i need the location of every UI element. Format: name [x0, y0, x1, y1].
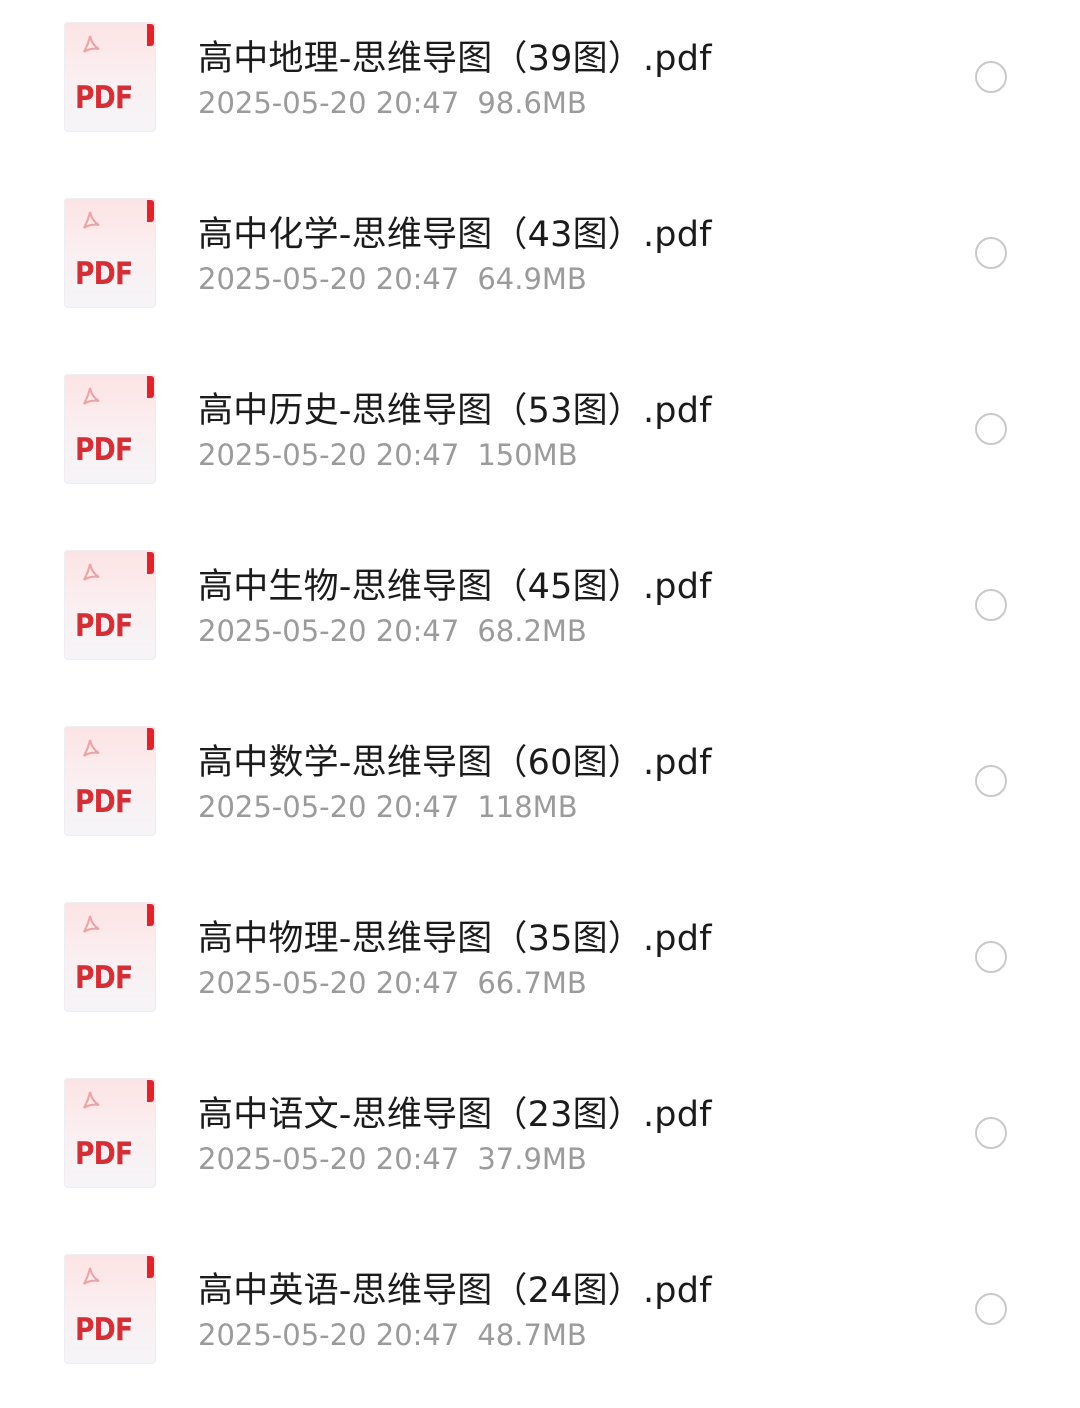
pdf-file-icon: PDF	[64, 374, 156, 484]
acrobat-icon	[83, 211, 100, 229]
file-date: 2025-05-20 20:47	[198, 790, 460, 824]
select-radio-icon[interactable]	[975, 941, 1007, 973]
pdf-corner-mark	[147, 904, 154, 926]
select-radio-icon[interactable]	[975, 589, 1007, 621]
file-name[interactable]: 高中化学-思维导图（43图）.pdf	[198, 206, 712, 257]
file-row[interactable]: PDF 高中英语-思维导图（24图）.pdf 2025-05-20 20:47 4…	[0, 1232, 1080, 1408]
select-radio-icon[interactable]	[975, 765, 1007, 797]
file-name[interactable]: 高中地理-思维导图（39图）.pdf	[198, 30, 712, 81]
pdf-label: PDF	[75, 1312, 133, 1348]
file-size: 150MB	[477, 438, 578, 472]
pdf-corner-mark	[147, 200, 154, 222]
acrobat-icon	[83, 35, 100, 53]
pdf-corner-mark	[147, 24, 154, 46]
file-row[interactable]: PDF 高中生物-思维导图（45图）.pdf 2025-05-20 20:47 6…	[0, 528, 1080, 704]
acrobat-icon	[83, 387, 100, 405]
acrobat-icon	[83, 563, 100, 581]
pdf-label: PDF	[75, 432, 133, 468]
file-size: 68.2MB	[477, 614, 587, 648]
pdf-corner-mark	[147, 376, 154, 398]
acrobat-icon	[83, 1267, 100, 1285]
file-date: 2025-05-20 20:47	[198, 86, 460, 120]
file-name[interactable]: 高中物理-思维导图（35图）.pdf	[198, 910, 712, 961]
pdf-file-icon: PDF	[64, 1254, 156, 1364]
file-size: 48.7MB	[477, 1318, 587, 1352]
file-size: 37.9MB	[477, 1142, 587, 1176]
file-name[interactable]: 高中历史-思维导图（53图）.pdf	[198, 382, 712, 433]
file-size: 64.9MB	[477, 262, 587, 296]
file-date: 2025-05-20 20:47	[198, 1142, 460, 1176]
acrobat-icon	[83, 1091, 100, 1109]
file-size: 118MB	[477, 790, 578, 824]
pdf-corner-mark	[147, 728, 154, 750]
acrobat-icon	[83, 915, 100, 933]
pdf-label: PDF	[75, 80, 133, 116]
pdf-file-icon: PDF	[64, 198, 156, 308]
file-meta: 2025-05-20 20:47 118MB	[198, 790, 578, 824]
pdf-label: PDF	[75, 784, 133, 820]
file-row[interactable]: PDF 高中地理-思维导图（39图）.pdf 2025-05-20 20:47 9…	[0, 0, 1080, 176]
file-meta: 2025-05-20 20:47 98.6MB	[198, 86, 587, 120]
pdf-label: PDF	[75, 256, 133, 292]
select-radio-icon[interactable]	[975, 61, 1007, 93]
pdf-file-icon: PDF	[64, 1078, 156, 1188]
file-name[interactable]: 高中数学-思维导图（60图）.pdf	[198, 734, 712, 785]
pdf-corner-mark	[147, 1080, 154, 1102]
select-radio-icon[interactable]	[975, 1293, 1007, 1325]
pdf-file-icon: PDF	[64, 550, 156, 660]
pdf-file-icon: PDF	[64, 726, 156, 836]
file-date: 2025-05-20 20:47	[198, 966, 460, 1000]
pdf-corner-mark	[147, 552, 154, 574]
file-date: 2025-05-20 20:47	[198, 438, 460, 472]
file-meta: 2025-05-20 20:47 48.7MB	[198, 1318, 587, 1352]
file-name[interactable]: 高中生物-思维导图（45图）.pdf	[198, 558, 712, 609]
pdf-file-icon: PDF	[64, 902, 156, 1012]
pdf-label: PDF	[75, 1136, 133, 1172]
file-name[interactable]: 高中英语-思维导图（24图）.pdf	[198, 1262, 712, 1313]
pdf-label: PDF	[75, 960, 133, 996]
file-meta: 2025-05-20 20:47 64.9MB	[198, 262, 587, 296]
file-size: 98.6MB	[477, 86, 587, 120]
file-size: 66.7MB	[477, 966, 587, 1000]
pdf-corner-mark	[147, 1256, 154, 1278]
select-radio-icon[interactable]	[975, 237, 1007, 269]
file-date: 2025-05-20 20:47	[198, 262, 460, 296]
pdf-label: PDF	[75, 608, 133, 644]
file-name[interactable]: 高中语文-思维导图（23图）.pdf	[198, 1086, 712, 1137]
select-radio-icon[interactable]	[975, 1117, 1007, 1149]
pdf-file-icon: PDF	[64, 22, 156, 132]
file-row[interactable]: PDF 高中数学-思维导图（60图）.pdf 2025-05-20 20:47 1…	[0, 704, 1080, 880]
file-row[interactable]: PDF 高中化学-思维导图（43图）.pdf 2025-05-20 20:47 6…	[0, 176, 1080, 352]
file-meta: 2025-05-20 20:47 150MB	[198, 438, 578, 472]
file-date: 2025-05-20 20:47	[198, 1318, 460, 1352]
file-row[interactable]: PDF 高中物理-思维导图（35图）.pdf 2025-05-20 20:47 6…	[0, 880, 1080, 1056]
select-radio-icon[interactable]	[975, 413, 1007, 445]
file-row[interactable]: PDF 高中历史-思维导图（53图）.pdf 2025-05-20 20:47 1…	[0, 352, 1080, 528]
file-meta: 2025-05-20 20:47 66.7MB	[198, 966, 587, 1000]
acrobat-icon	[83, 739, 100, 757]
file-meta: 2025-05-20 20:47 37.9MB	[198, 1142, 587, 1176]
file-list: PDF 高中地理-思维导图（39图）.pdf 2025-05-20 20:47 9…	[0, 0, 1080, 1376]
file-row[interactable]: PDF 高中语文-思维导图（23图）.pdf 2025-05-20 20:47 3…	[0, 1056, 1080, 1232]
file-meta: 2025-05-20 20:47 68.2MB	[198, 614, 587, 648]
file-date: 2025-05-20 20:47	[198, 614, 460, 648]
